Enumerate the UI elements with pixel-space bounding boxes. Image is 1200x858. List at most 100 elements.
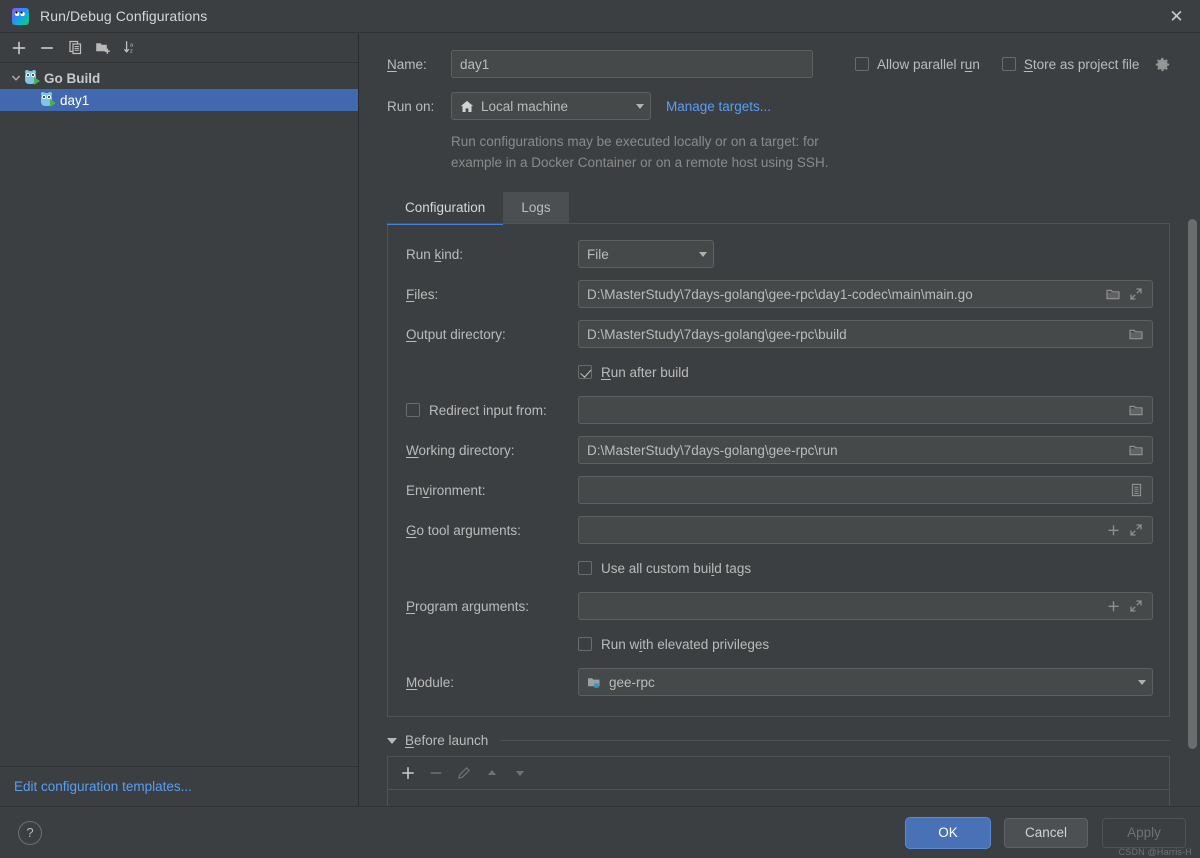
working-directory-input[interactable]: D:\MasterStudy\7days-golang\gee-rpc\run (578, 436, 1153, 464)
tab-logs[interactable]: Logs (503, 192, 568, 224)
configurations-sidebar: a z Go Build (0, 33, 359, 806)
run-kind-label: Run kind: (388, 247, 578, 262)
folder-icon[interactable] (1103, 284, 1123, 304)
tabs-underline (387, 223, 1170, 224)
store-as-project-file-box[interactable] (1002, 57, 1016, 71)
output-directory-input-value: D:\MasterStudy\7days-golang\gee-rpc\buil… (587, 327, 847, 342)
copy-icon[interactable] (62, 36, 88, 60)
plus-icon[interactable] (1103, 520, 1123, 540)
allow-parallel-run-box[interactable] (855, 57, 869, 71)
run-on-label: Run on: (387, 99, 451, 114)
before-launch-title: Before launch (405, 733, 488, 748)
output-directory-input[interactable]: D:\MasterStudy\7days-golang\gee-rpc\buil… (578, 320, 1153, 348)
chevron-down-icon[interactable] (1138, 680, 1146, 685)
before-launch-add-button[interactable] (396, 762, 420, 784)
module-dropdown[interactable]: gee-rpc (578, 668, 1153, 696)
output-directory-row: Output directory: D:\MasterStudy\7days-g… (388, 314, 1169, 354)
environment-field (578, 476, 1169, 504)
title-bar: Run/Debug Configurations ✕ (0, 0, 1200, 33)
before-launch-task-list[interactable] (387, 790, 1170, 806)
allow-parallel-run-label: Allow parallel run (877, 57, 980, 72)
arrow-up-icon (480, 762, 504, 784)
run-on-dropdown[interactable]: Local machine (451, 92, 651, 120)
folder-icon[interactable] (1126, 440, 1146, 460)
run-on-hint-line2: example in a Docker Container or on a re… (451, 152, 1011, 173)
run-kind-row: Run kind: File (388, 234, 1169, 274)
environment-label: Environment: (388, 483, 578, 498)
files-input[interactable]: D:\MasterStudy\7days-golang\gee-rpc\day1… (578, 280, 1153, 308)
sort-alphabetical-icon[interactable]: a z (118, 36, 144, 60)
working-directory-field: D:\MasterStudy\7days-golang\gee-rpc\run (578, 436, 1169, 464)
run-with-elevated-privileges-row: Run with elevated privileges (388, 626, 1169, 662)
go-run-config-icon (40, 93, 55, 108)
apply-button: Apply (1102, 818, 1186, 848)
run-with-elevated-privileges-checkbox[interactable]: Run with elevated privileges (578, 637, 769, 652)
run-kind-value: File (587, 247, 609, 262)
folder-icon[interactable] (1126, 324, 1146, 344)
plus-icon[interactable] (1103, 596, 1123, 616)
redirect-input-input[interactable] (578, 396, 1153, 424)
program-arguments-input[interactable] (578, 592, 1153, 620)
environment-icons (1126, 480, 1148, 500)
dialog-body: a z Go Build (0, 33, 1200, 806)
go-tool-arguments-input[interactable] (578, 516, 1153, 544)
sidebar-toolbar: a z (0, 33, 358, 63)
dialog-title: Run/Debug Configurations (40, 8, 207, 24)
run-after-build-checkbox[interactable]: Run after build (578, 365, 689, 380)
program-arguments-row: Program arguments: (388, 586, 1169, 626)
edit-configuration-templates-link[interactable]: Edit configuration templates... (14, 779, 192, 794)
help-button[interactable]: ? (18, 821, 42, 845)
tab-configuration[interactable]: Configuration (387, 192, 503, 224)
module-label: Module: (388, 675, 578, 690)
ok-button[interactable]: OK (906, 818, 990, 848)
run-kind-dropdown[interactable]: File (578, 240, 714, 268)
redirect-input-icons (1126, 400, 1148, 420)
before-launch-header[interactable]: Before launch (387, 733, 1170, 748)
files-field: D:\MasterStudy\7days-golang\gee-rpc\day1… (578, 280, 1169, 308)
program-arguments-label: Program arguments: (388, 599, 578, 614)
sidebar-item-day1[interactable]: day1 (0, 89, 358, 111)
add-configuration-button[interactable] (6, 36, 32, 60)
folder-add-icon[interactable] (90, 36, 116, 60)
program-arguments-icons (1103, 596, 1148, 616)
folder-icon[interactable] (1126, 400, 1146, 420)
files-input-value: D:\MasterStudy\7days-golang\gee-rpc\day1… (587, 287, 973, 302)
redirect-input-checkbox[interactable] (406, 403, 420, 417)
module-row: Module: gee-rpc (388, 662, 1169, 702)
chevron-down-icon[interactable] (387, 738, 397, 744)
name-input-value: day1 (460, 57, 489, 72)
expand-icon[interactable] (1126, 520, 1146, 540)
configurations-tree[interactable]: Go Build day1 (0, 63, 358, 766)
name-input[interactable]: day1 (451, 50, 813, 78)
sidebar-item-label: day1 (60, 93, 89, 108)
chevron-down-icon[interactable] (8, 70, 24, 86)
module-field: gee-rpc (578, 668, 1169, 696)
run-kind-field: File (578, 240, 1169, 268)
close-icon[interactable]: ✕ (1153, 0, 1200, 32)
working-directory-row: Working directory: D:\MasterStudy\7days-… (388, 430, 1169, 470)
sidebar-footer: Edit configuration templates... (0, 766, 358, 806)
cancel-button[interactable]: Cancel (1004, 818, 1088, 848)
configuration-scrollbar-thumb[interactable] (1188, 219, 1197, 749)
chevron-down-icon[interactable] (636, 104, 644, 109)
manage-targets-link[interactable]: Manage targets... (666, 99, 771, 114)
store-as-project-file-checkbox[interactable]: Store as project file (1002, 57, 1171, 72)
remove-configuration-button[interactable] (34, 36, 60, 60)
run-after-build-box[interactable] (578, 365, 592, 379)
footer-buttons: OK Cancel Apply (906, 818, 1186, 848)
run-with-elevated-privileges-box[interactable] (578, 637, 592, 651)
svg-text:a: a (130, 42, 134, 48)
expand-icon[interactable] (1126, 596, 1146, 616)
tree-group-go-build[interactable]: Go Build (0, 67, 358, 89)
expand-icon[interactable] (1126, 284, 1146, 304)
environment-input[interactable] (578, 476, 1153, 504)
use-all-custom-build-tags-checkbox[interactable]: Use all custom build tags (578, 561, 751, 576)
chevron-down-icon[interactable] (699, 252, 707, 257)
environment-list-icon[interactable] (1126, 480, 1146, 500)
use-all-custom-build-tags-box[interactable] (578, 561, 592, 575)
program-arguments-field (578, 592, 1169, 620)
run-on-hint: Run configurations may be executed local… (451, 131, 1011, 173)
run-on-value: Local machine (481, 99, 568, 114)
allow-parallel-run-checkbox[interactable]: Allow parallel run (855, 57, 980, 72)
gear-icon[interactable] (1155, 57, 1170, 72)
